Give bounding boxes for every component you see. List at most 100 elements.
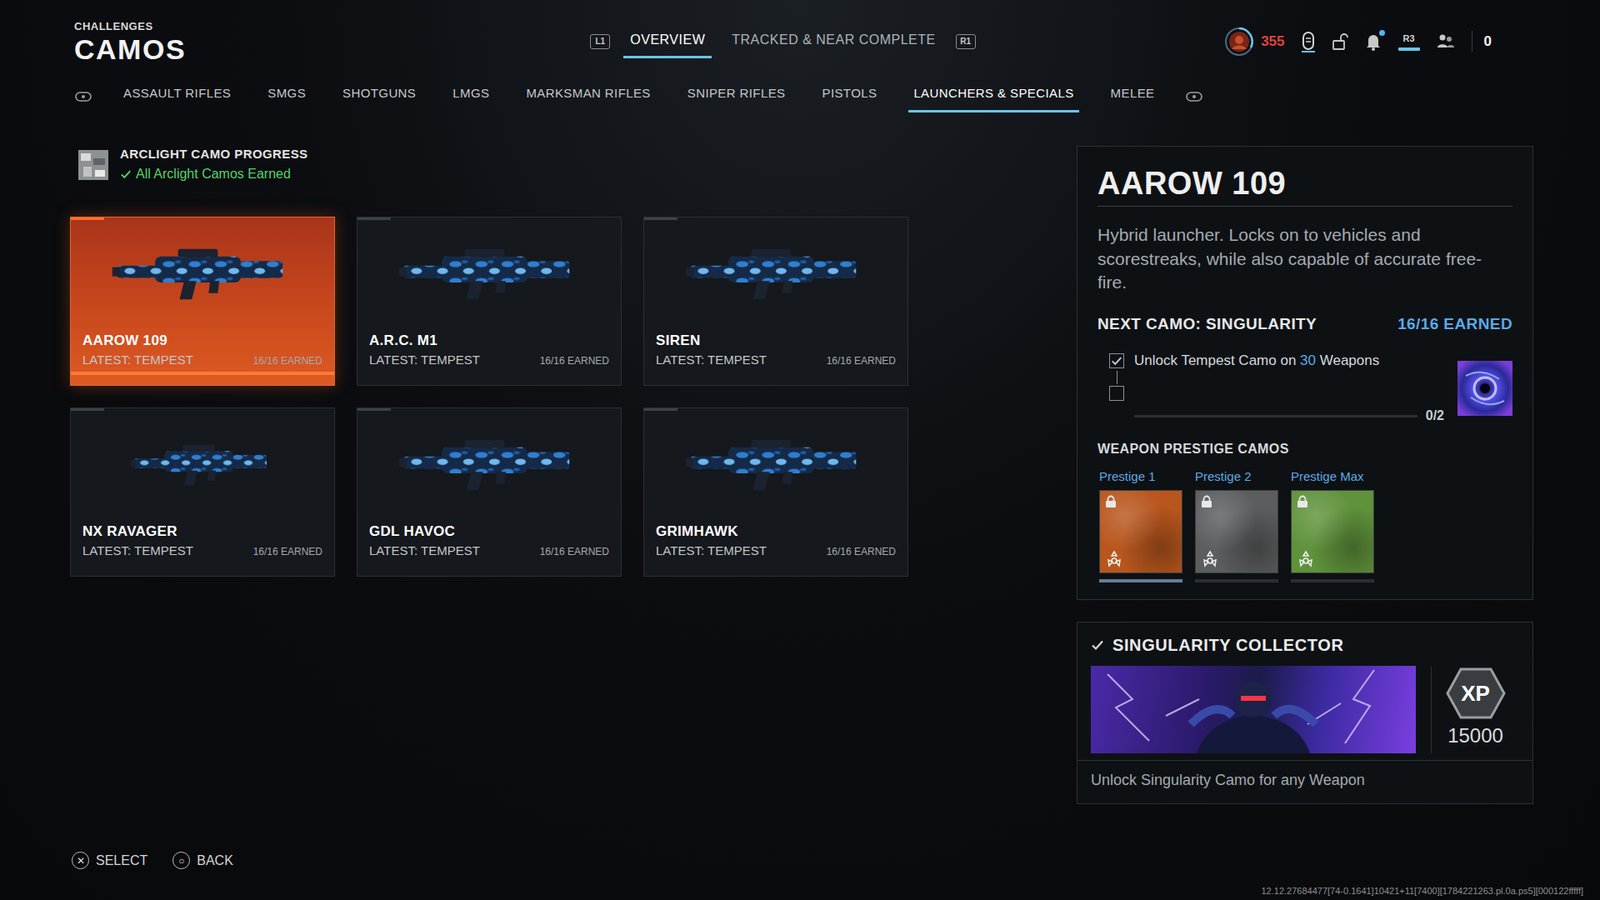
- camos-earned: 16/16 EARNED: [253, 544, 323, 560]
- weapon-card[interactable]: SIRENLATEST: TEMPEST16/16 EARNED: [643, 216, 909, 386]
- category-tab[interactable]: MARKSMAN RIFLES: [520, 80, 655, 113]
- notifications[interactable]: [1365, 32, 1382, 51]
- requirement-text: Unlock Tempest Camo on 30 Weapons: [1134, 350, 1380, 372]
- collector-body: XP15000: [1077, 665, 1533, 754]
- top-tabs: L1 OVERVIEW TRACKED & NEAR COMPLETE R1: [590, 25, 975, 59]
- weapon-image: [82, 217, 323, 330]
- weapon-image: [369, 408, 610, 521]
- next-camo: NEXT CAMO: SINGULARITY16/16 EARNED: [1097, 312, 1513, 337]
- weapon-card[interactable]: GRIMHAWKLATEST: TEMPEST 16/16 EARNED: [643, 407, 909, 577]
- button-key: ✕: [71, 851, 90, 870]
- prestige-label: Prestige 2: [1195, 467, 1279, 487]
- category-tab[interactable]: PISTOLS: [816, 80, 882, 113]
- next-key[interactable]: R1: [955, 34, 976, 50]
- detail-column: AAROW 109 Hybrid launcher. Locks on to ve…: [1076, 145, 1534, 805]
- prestige-track: [1195, 579, 1279, 583]
- requirement-progress-text: 0/2: [1425, 405, 1445, 426]
- latest-camo: LATEST: TEMPEST: [82, 350, 194, 370]
- detail-title: AAROW 109: [1097, 165, 1513, 208]
- prestige-camo[interactable]: Prestige 1: [1099, 467, 1183, 583]
- weapon-image: [82, 408, 323, 521]
- prestige-camo[interactable]: Prestige 2: [1195, 467, 1279, 583]
- progress-status: All Arclight Camos Earned: [120, 164, 308, 185]
- weapon-card[interactable]: AAROW 109LATEST: TEMPEST16/16 EARNED: [70, 216, 335, 386]
- requirement-checkbox: [1109, 385, 1125, 401]
- party-count: 0: [1471, 30, 1492, 53]
- camos-earned: 16/16 EARNED: [826, 353, 896, 369]
- r3-key: R3: [1403, 31, 1415, 46]
- weapon-image: [655, 217, 896, 330]
- prestige-title: WEAPON PRESTIGE CAMOS: [1097, 439, 1513, 460]
- next-category-icon: [1185, 90, 1203, 104]
- r3-control[interactable]: R3: [1398, 31, 1420, 51]
- latest-camo: LATEST: TEMPEST: [82, 541, 194, 561]
- next-camo-earned: 16/16 EARNED: [1397, 312, 1513, 337]
- weapon-footer: LATEST: TEMPEST16/16 EARNED: [369, 541, 610, 566]
- button-key: ○: [172, 851, 190, 870]
- prestige-swatch: [1290, 490, 1375, 574]
- category-tab[interactable]: SNIPER RIFLES: [682, 80, 791, 113]
- prestige-camo[interactable]: Prestige Max: [1290, 467, 1375, 583]
- category-tabs: ASSAULT RIFLES SMGS SHOTGUNS LMGS MARKSMAN R…: [0, 64, 1600, 113]
- weapon-footer: LATEST: TEMPEST16/16 EARNED: [369, 350, 610, 375]
- prestige-icon: [1105, 550, 1124, 569]
- collector-header: SINGULARITY COLLECTOR: [1077, 622, 1533, 666]
- requirement-list: Unlock Tempest Camo on 30 Weapons 0/2: [1097, 350, 1445, 427]
- singularity-camo-icon: [1457, 360, 1513, 416]
- xp-label: XP: [1460, 677, 1490, 710]
- detail-description: Hybrid launcher. Locks on to vehicles an…: [1097, 223, 1490, 295]
- status-area: 355 R3 0: [975, 26, 1492, 57]
- weapon-image: [369, 217, 610, 330]
- currency: 355: [1224, 26, 1285, 57]
- prestige-icon: [1296, 550, 1315, 569]
- prompt-label: SELECT: [95, 850, 148, 871]
- collector-image: [1090, 665, 1416, 754]
- collector-title: SINGULARITY COLLECTOR: [1112, 632, 1344, 658]
- weapon-footer: LATEST: TEMPEST16/16 EARNED: [655, 350, 896, 375]
- check-icon: [120, 168, 132, 180]
- category-tab[interactable]: MELEE: [1105, 80, 1160, 113]
- category-tab[interactable]: SMGS: [262, 80, 311, 113]
- weapon-name: NX RAVAGER: [82, 520, 323, 543]
- top-tab[interactable]: TRACKED & NEAR COMPLETE: [725, 25, 942, 59]
- requirement-track: [1134, 415, 1418, 418]
- requirements: Unlock Tempest Camo on 30 Weapons 0/2: [1097, 350, 1513, 427]
- category-tab[interactable]: LAUNCHERS & SPECIALS: [908, 80, 1079, 113]
- weapon-card[interactable]: GDL HAVOCLATEST: TEMPEST16/16 EARNED: [356, 407, 622, 577]
- latest-camo: LATEST: TEMPEST: [369, 541, 480, 561]
- prestige-track: [1290, 579, 1375, 583]
- category-tab[interactable]: ASSAULT RIFLES: [118, 80, 236, 113]
- top-tab[interactable]: OVERVIEW: [623, 25, 712, 59]
- weapon-grid: AAROW 109LATEST: TEMPEST16/16 EARNEDA.R.…: [70, 216, 909, 577]
- xp-badge: XP: [1445, 667, 1506, 720]
- category-tab[interactable]: LMGS: [447, 80, 495, 113]
- weapon-name: GDL HAVOC: [369, 520, 610, 543]
- camos-earned: 16/16 EARNED: [826, 544, 896, 560]
- category-tab[interactable]: SHOTGUNS: [337, 80, 421, 113]
- prompt-back[interactable]: ○BACK: [172, 850, 234, 871]
- latest-camo: LATEST: TEMPEST: [655, 541, 767, 561]
- weapon-name: AAROW 109: [82, 330, 323, 352]
- weapon-card[interactable]: A.R.C. M1LATEST: TEMPEST16/16 EARNED: [356, 216, 622, 386]
- weapon-name: A.R.C. M1: [369, 330, 610, 352]
- lock-icon: [1105, 495, 1117, 509]
- collector-description: Unlock Singularity Camo for any Weapon: [1077, 760, 1533, 804]
- weapon-name: GRIMHAWK: [655, 520, 896, 543]
- weapon-footer: LATEST: TEMPEST16/16 EARNED: [82, 350, 323, 375]
- avatar-icon: [1224, 26, 1255, 57]
- weapon-section: ARCLIGHT CAMO PROGRESSAll Arclight Camos…: [70, 145, 909, 805]
- prestige-track: [1099, 579, 1183, 583]
- prev-category-icon: [75, 90, 92, 104]
- prompt-select[interactable]: ✕ SELECT: [71, 850, 148, 871]
- weapon-card[interactable]: NX RAVAGERLATEST: TEMPEST 16/16 EARNED: [70, 407, 335, 577]
- unlock-icon: [1331, 32, 1349, 51]
- requirement-text-start: Unlock Tempest Camo on: [1134, 352, 1300, 369]
- weapon-name: SIREN: [655, 330, 896, 352]
- currency-amount: 355: [1260, 30, 1285, 53]
- progress-text: ARCLIGHT CAMO PROGRESSAll Arclight Camos…: [120, 145, 308, 185]
- prestige-icon: [1200, 550, 1220, 569]
- lock-icon: [1200, 495, 1213, 509]
- requirement-connector: [1116, 370, 1118, 385]
- camos-screen: CHALLENGESCAMOSL1OVERVIEWTRACKED & NEAR …: [0, 0, 1600, 900]
- prev-key[interactable]: L1: [590, 34, 610, 50]
